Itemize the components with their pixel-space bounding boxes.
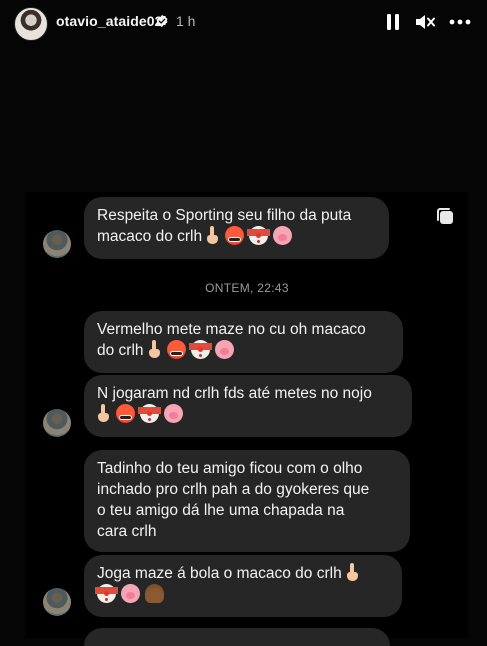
message-line: Joga maze á bola o macaco do crlh: [97, 565, 342, 582]
message-bubble: N jogaram nd crlh fds até metes no nojo: [84, 375, 412, 437]
story-header: otavio_ataide02 1 h: [0, 0, 487, 44]
message-bubble: Vermelho mete maze no cu oh macaco do cr…: [84, 311, 403, 373]
message-line-with-emoji: macaco do crlh: [97, 226, 376, 247]
copy-icon: [437, 208, 453, 224]
sender-avatar: [43, 588, 71, 616]
message-line: do crlh: [97, 342, 144, 359]
pig-face-icon: [164, 404, 183, 423]
mute-button[interactable]: [413, 10, 437, 34]
pig-face-icon: [273, 226, 293, 245]
message-line-with-emoji: do crlh: [97, 340, 390, 361]
message-bubble: Respeita o Sporting seu filho da puta ma…: [84, 197, 389, 259]
pause-button[interactable]: [381, 10, 405, 34]
more-options-button[interactable]: [448, 10, 472, 34]
message-bubble: Joga maze á bola o macaco do crlh: [84, 555, 402, 617]
message-line: cara crlh: [97, 523, 157, 540]
message-line-with-emoji: Joga maze á bola o macaco do crlh: [97, 563, 389, 584]
pig-face-icon: [214, 340, 234, 359]
clown-face-icon: [138, 404, 161, 423]
middle-finger-icon: [147, 340, 162, 359]
sender-avatar: [43, 230, 71, 258]
chat-timestamp: ONTEM, 22:43: [205, 281, 289, 295]
profile-avatar[interactable]: [14, 7, 48, 41]
message-line: N jogaram nd crlh fds até metes no nojo: [97, 385, 372, 402]
pile-of-poo-icon: [145, 584, 164, 603]
mute-icon: [416, 15, 435, 29]
middle-finger-icon: [97, 404, 111, 423]
verified-icon: [156, 14, 168, 28]
message-line: inchado pro crlh pah a do gyokeres que: [97, 481, 370, 498]
message-line: Respeita o Sporting seu filho da puta: [97, 207, 352, 224]
pause-icon: [387, 14, 399, 30]
message-line: o teu amigo dá lhe uma chapada na: [97, 502, 345, 519]
more-icon: [449, 19, 471, 25]
pig-face-icon: [121, 584, 140, 603]
message-bubble: Tadinho do teu amigo ficou com o olho in…: [84, 450, 410, 552]
message-line: Vermelho mete maze no cu oh macaco: [97, 321, 366, 338]
clown-face-icon: [188, 340, 212, 359]
dm-screenshot: Respeita o Sporting seu filho da puta ma…: [26, 192, 468, 646]
emoji-line: [97, 404, 399, 425]
middle-finger-icon: [346, 563, 361, 582]
emoji-line: [95, 584, 389, 605]
cursing-face-icon: [116, 404, 135, 423]
message-bubble-partial: [84, 628, 390, 646]
story-view: otavio_ataide02 1 h Respeita o Sporting …: [0, 0, 487, 646]
post-time: 1 h: [176, 13, 196, 29]
middle-finger-icon: [206, 226, 221, 245]
cursing-face-icon: [166, 340, 186, 359]
cursing-face-icon: [225, 226, 245, 245]
sender-avatar: [43, 409, 71, 437]
message-line: Tadinho do teu amigo ficou com o olho: [97, 460, 363, 477]
username[interactable]: otavio_ataide02: [56, 13, 163, 29]
clown-face-icon: [247, 226, 271, 245]
message-line: macaco do crlh: [97, 228, 203, 245]
clown-face-icon: [95, 584, 118, 603]
